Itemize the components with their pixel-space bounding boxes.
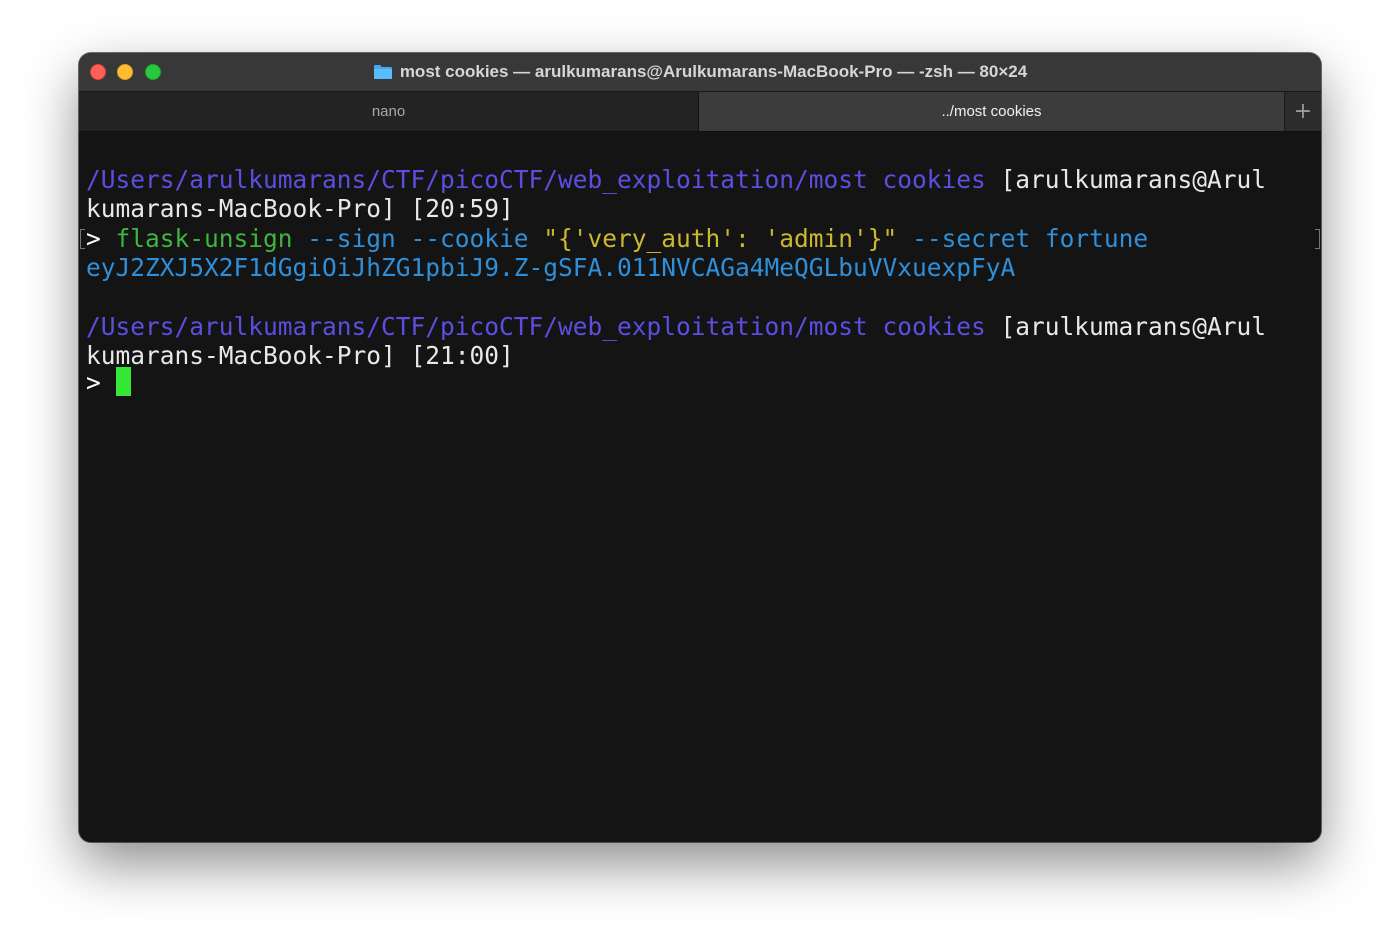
tab-nano[interactable]: nano — [79, 92, 699, 131]
tab-bar: nano ../most cookies + — [79, 92, 1321, 132]
text-cursor — [116, 367, 131, 396]
prompt-path: /Users/arulkumarans/CTF/picoCTF/web_expl… — [86, 165, 986, 194]
window-title: most cookies — arulkumarans@Arulkumarans… — [399, 62, 1028, 81]
terminal-line-2: kumarans-MacBook-Pro] [20:59] — [86, 194, 514, 223]
terminal-line-6: kumarans-MacBook-Pro] [21:00] — [86, 341, 514, 370]
command-options: --sign --cookie — [292, 224, 544, 253]
folder-icon — [373, 64, 393, 80]
terminal-line-7: > — [86, 368, 116, 397]
tab-most-cookies[interactable]: ../most cookies — [699, 92, 1284, 131]
window-title-container: most cookies — arulkumarans@Arulkumarans… — [79, 53, 1321, 91]
prompt-path: /Users/arulkumarans/CTF/picoCTF/web_expl… — [86, 312, 986, 341]
command-string: "{'very_auth': 'admin'}" — [543, 224, 898, 253]
command-options-2: --secret fortune — [897, 224, 1149, 253]
selection-mark-left — [80, 229, 85, 249]
terminal-line-5: /Users/arulkumarans/CTF/picoCTF/web_expl… — [86, 312, 1266, 341]
terminal-window: most cookies — arulkumarans@Arulkumarans… — [79, 53, 1321, 842]
prompt-symbol: > — [86, 368, 116, 397]
prompt-symbol: > — [86, 224, 116, 253]
prompt-user: [arulkumarans@Arul — [985, 165, 1267, 194]
terminal-line-3: > flask-unsign --sign --cookie "{'very_a… — [86, 224, 1148, 253]
command-name: flask-unsign — [115, 224, 293, 253]
terminal-content[interactable]: /Users/arulkumarans/CTF/picoCTF/web_expl… — [79, 132, 1321, 842]
selection-mark-right — [1315, 229, 1320, 249]
terminal-line-1: /Users/arulkumarans/CTF/picoCTF/web_expl… — [86, 165, 1266, 194]
new-tab-button[interactable]: + — [1284, 92, 1321, 131]
title-bar[interactable]: most cookies — arulkumarans@Arulkumarans… — [79, 53, 1321, 92]
command-output: eyJ2ZXJ5X2F1dGgiOiJhZG1pbiJ9.Z-gSFA.011N… — [86, 253, 1016, 282]
prompt-user: [arulkumarans@Arul — [985, 312, 1267, 341]
